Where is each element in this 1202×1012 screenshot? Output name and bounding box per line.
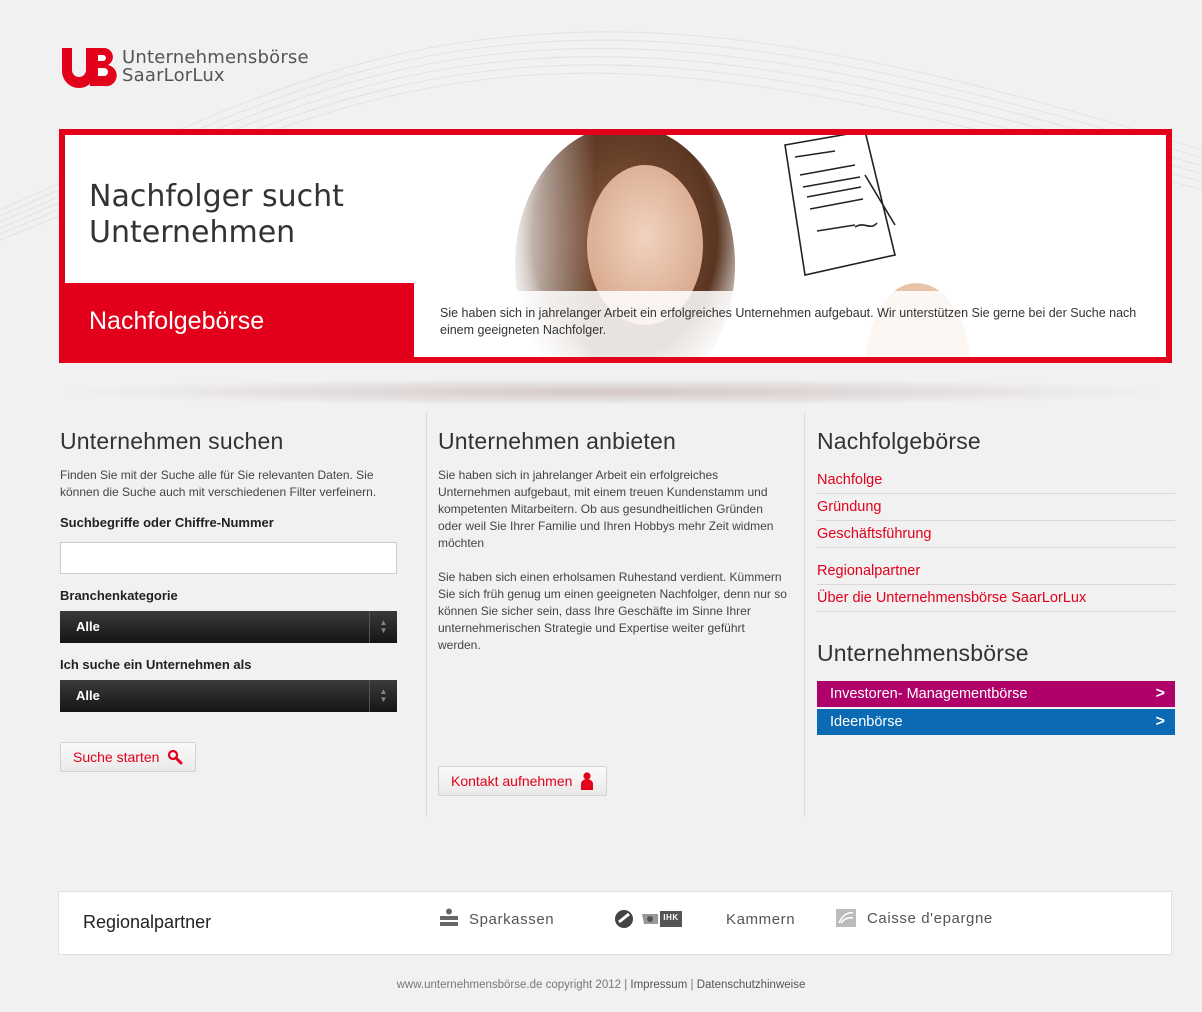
offer-panel: Unternehmen anbieten Sie haben sich in j… bbox=[438, 410, 790, 810]
ideenboerse-bar-label: Ideenbörse bbox=[830, 714, 903, 730]
investoren-bar[interactable]: Investoren- Managementbörse > bbox=[817, 681, 1175, 707]
partner-sparkassen[interactable]: Sparkassen bbox=[439, 908, 554, 930]
nav-links: Nachfolge Gründung Geschäftsführung Regi… bbox=[817, 467, 1175, 612]
hero-text: Sie haben sich in jahrelanger Arbeit ein… bbox=[414, 291, 1166, 357]
nav-link-regionalpartner[interactable]: Regionalpartner bbox=[817, 558, 1175, 585]
contact-button-label: Kontakt aufnehmen bbox=[451, 773, 573, 789]
ihk-badge-text: IHK bbox=[663, 913, 679, 922]
search-title: Unternehmen suchen bbox=[60, 428, 284, 454]
hero-shadow bbox=[60, 378, 1170, 406]
column-divider bbox=[804, 412, 805, 817]
footer: www.unternehmensbörse.de copyright 2012 … bbox=[0, 979, 1202, 991]
caisse-epargne-icon bbox=[836, 909, 856, 927]
logo-line2: SaarLorLux bbox=[122, 65, 225, 86]
search-description: Finden Sie mit der Suche alle für Sie re… bbox=[60, 468, 377, 499]
ideenboerse-bar[interactable]: Ideenbörse > bbox=[817, 709, 1175, 735]
impressum-link[interactable]: Impressum bbox=[630, 979, 687, 991]
nav-link-nachfolge[interactable]: Nachfolge bbox=[817, 467, 1175, 494]
hero-banner: Nachfolger sucht Unternehmen Nachfolgebö… bbox=[59, 129, 1172, 363]
partner-kammern-label: Kammern bbox=[726, 910, 796, 928]
footer-separator: | bbox=[690, 979, 694, 991]
branch-label: Branchenkategorie bbox=[60, 588, 178, 603]
column-divider bbox=[426, 412, 427, 817]
search-start-button[interactable]: Suche starten bbox=[60, 742, 197, 772]
role-select-value: Alle bbox=[76, 688, 100, 703]
hero-badge: Nachfolgebörse bbox=[65, 283, 414, 357]
nav-section2-title: Unternehmensbörse bbox=[817, 640, 1029, 666]
nav-title: Nachfolgebörse bbox=[817, 428, 981, 454]
branch-select[interactable]: Alle ▲ ▼ bbox=[60, 611, 397, 643]
partner-caisse-label: Caisse d'epargne bbox=[867, 909, 993, 927]
partner-caisse[interactable]: Caisse d'epargne bbox=[835, 908, 993, 928]
nav-link-ueber[interactable]: Über die Unternehmensbörse SaarLorLux bbox=[817, 585, 1175, 612]
role-select[interactable]: Alle ▲ ▼ bbox=[60, 680, 397, 712]
sparkasse-icon bbox=[440, 908, 458, 926]
branch-select-value: Alle bbox=[76, 619, 100, 634]
keyword-label: Suchbegriffe oder Chiffre-Nummer bbox=[60, 515, 274, 530]
partner-sparkassen-label: Sparkassen bbox=[469, 910, 555, 928]
select-arrows-icon: ▲ ▼ bbox=[369, 680, 397, 712]
site-logo[interactable]: Unternehmensbörse SaarLorLux bbox=[60, 46, 309, 88]
partners-box: Regionalpartner Sparkassen IHK Kammern C… bbox=[58, 891, 1172, 955]
chevron-right-icon: > bbox=[1155, 713, 1165, 730]
role-label: Ich suche ein Unternehmen als bbox=[60, 657, 252, 672]
hero-title: Nachfolger sucht Unternehmen bbox=[89, 179, 449, 251]
footer-copyright: www.unternehmensbörse.de copyright 2012 … bbox=[396, 979, 628, 991]
chevron-right-icon: > bbox=[1155, 685, 1165, 702]
partner-kammern[interactable]: IHK Kammern bbox=[614, 908, 795, 930]
search-panel: Unternehmen suchen Finden Sie mit der Su… bbox=[60, 410, 397, 772]
search-icon bbox=[168, 749, 183, 765]
contact-button[interactable]: Kontakt aufnehmen bbox=[438, 766, 608, 796]
person-icon bbox=[581, 772, 594, 790]
datenschutz-link[interactable]: Datenschutzhinweise bbox=[697, 979, 806, 991]
nav-panel: Nachfolgebörse Nachfolge Gründung Geschä… bbox=[817, 410, 1175, 735]
nav-link-geschaeftsfuehrung[interactable]: Geschäftsführung bbox=[817, 521, 1175, 548]
hero-title-line2: Unternehmen bbox=[89, 215, 296, 250]
partners-title: Regionalpartner bbox=[83, 912, 212, 932]
nav-link-gruendung[interactable]: Gründung bbox=[817, 494, 1175, 521]
search-start-label: Suche starten bbox=[73, 749, 160, 765]
offer-paragraph-1: Sie haben sich in jahrelanger Arbeit ein… bbox=[438, 468, 774, 550]
ub-logo-icon bbox=[62, 48, 117, 88]
keyword-input[interactable] bbox=[60, 542, 397, 574]
offer-paragraph-2: Sie haben sich einen erholsamen Ruhestan… bbox=[438, 570, 787, 652]
kammer-logos-icon: IHK bbox=[615, 910, 682, 928]
select-arrows-icon: ▲ ▼ bbox=[369, 611, 397, 643]
offer-title: Unternehmen anbieten bbox=[438, 428, 676, 454]
investoren-bar-label: Investoren- Managementbörse bbox=[830, 686, 1028, 702]
hero-title-line1: Nachfolger sucht bbox=[89, 179, 344, 214]
